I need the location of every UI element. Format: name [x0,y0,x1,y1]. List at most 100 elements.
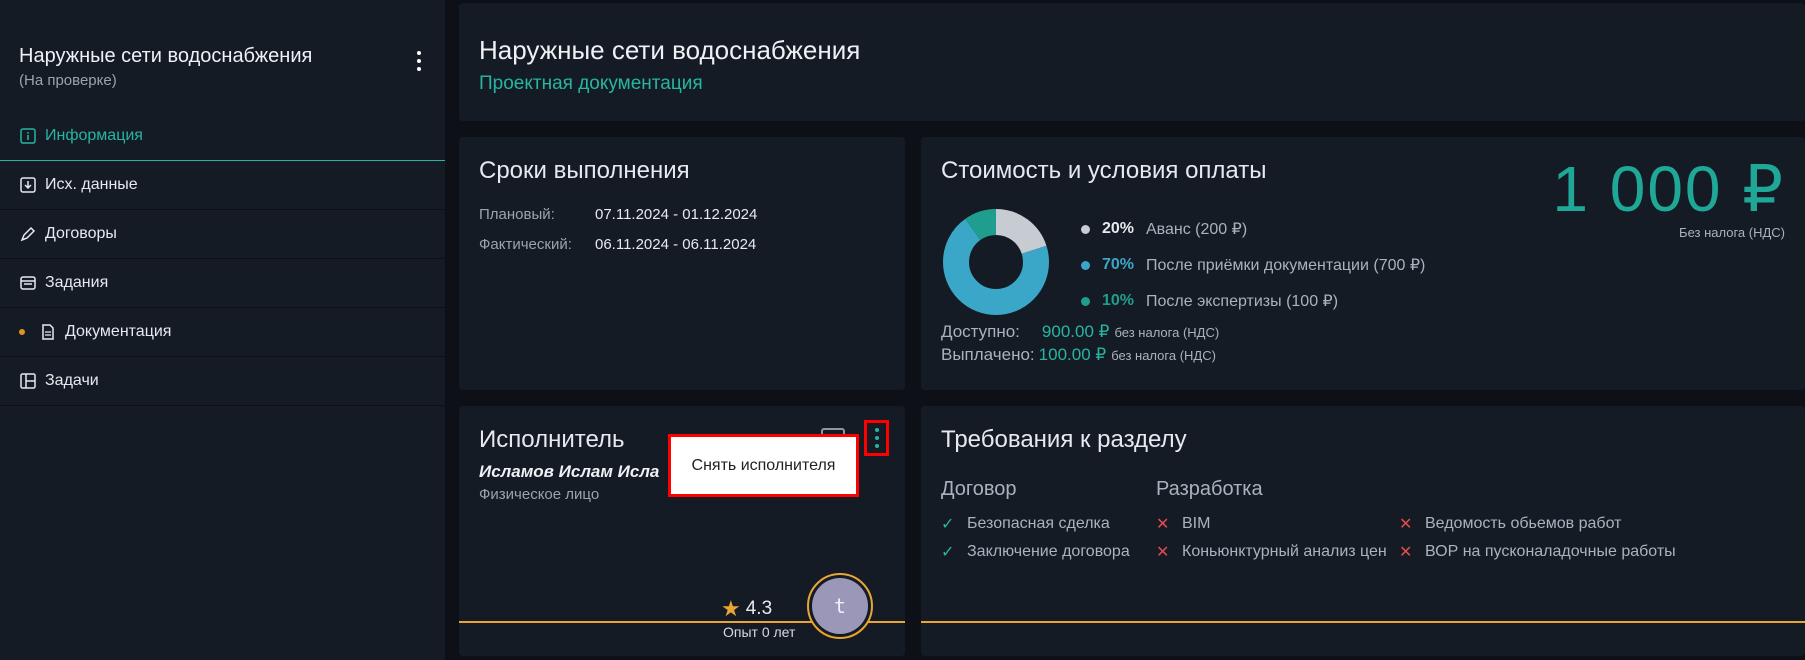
performer-experience: Опыт 0 лет [723,624,796,640]
cross-icon: ✕ [1399,516,1413,533]
requirements-col-contract: Договор ✓ Безопасная сделка ✓ Заключение д… [941,478,1130,566]
info-icon [19,128,36,145]
legend-item-expertise: 10% После экспертизы (100 ₽) [1081,283,1425,319]
board-icon [19,373,36,390]
requirement-item: ✓ Заключение договора [941,538,1130,566]
section-title: Наружные сети водоснабжения [479,35,861,65]
notification-dot [19,329,25,335]
sidebar-item-contracts[interactable]: Договоры [0,210,445,259]
legend-item-acceptance: 70% После приёмки документации (700 ₽) [1081,247,1425,283]
available-row: Доступно: 900.00 ₽ без налога (НДС) [941,322,1219,345]
actual-value: 06.11.2024 - 06.11.2024 [595,236,757,253]
payment-legend: 20% Аванс (200 ₽) 70% После приёмки доку… [1081,211,1425,319]
cost-title: Стоимость и условия оплаты [941,157,1267,184]
sidebar-item-tasks[interactable]: Задачи [0,357,445,406]
actual-row: Фактический: 06.11.2024 - 06.11.2024 [479,236,756,253]
available-note: без налога (НДС) [1114,325,1220,340]
requirements-col-extra: ✕ Ведомость обьемов работ ✕ ВОР на пускона… [1399,478,1676,566]
performer-type: Физическое лицо [479,486,600,503]
requirements-col-heading: Договор [941,478,1017,500]
legend-bullet [1081,260,1090,270]
requirement-label: BIM [1182,515,1211,532]
total-price-note: Без налога (НДС) [1679,225,1785,240]
requirement-label: Ведомость обьемов работ [1425,515,1622,532]
section-type-link[interactable]: Проектная документация [479,73,703,95]
paid-row: Выплачено: 100.00 ₽ без налога (НДС) [941,345,1219,368]
sidebar-item-tasks-assign[interactable]: Задания [0,259,445,308]
cross-icon: ✕ [1156,544,1170,561]
requirements-col-heading: Разработка [1156,478,1263,500]
actual-label: Фактический: [479,236,572,253]
sidebar-item-documentation[interactable]: Документация [0,308,445,357]
sidebar-item-label: Исх. данные [45,176,138,193]
performer-title: Исполнитель [479,426,625,453]
sidebar-item-info[interactable]: Информация [0,112,445,161]
avatar[interactable]: t [807,573,873,639]
window-icon [19,275,36,292]
project-status: (На проверке) [19,72,117,89]
legend-label: После приёмки документации (700 ₽) [1146,257,1426,274]
deadlines-card: Сроки выполнения Плановый: 07.11.2024 - … [459,137,905,390]
legend-bullet [1081,296,1090,306]
performer-name[interactable]: Исламов Ислам Исла [479,462,659,482]
requirement-item: ✕ ВОР на пусконаладочные работы [1399,538,1676,566]
available-label: Доступно: [941,322,1020,341]
pen-icon [19,226,36,243]
legend-bullet [1081,224,1090,234]
requirements-title: Требования к разделу [941,426,1187,453]
payment-amounts: Доступно: 900.00 ₽ без налога (НДС) Выпл… [941,322,1219,368]
project-title: Наружные сети водоснабжения [19,45,313,67]
requirement-item: ✕ Ведомость обьемов работ [1399,510,1676,538]
cost-card: Стоимость и условия оплаты 20% Аванс (20… [921,137,1805,390]
remove-performer-menu-item[interactable]: Снять исполнителя [668,434,859,497]
cross-icon: ✕ [1399,544,1413,561]
sidebar-item-source-data[interactable]: Исх. данные [0,161,445,210]
requirements-col-development: Разработка ✕ BIM ✕ Коньюнктурный анализ це… [1156,478,1387,566]
requirement-item: ✕ BIM [1156,510,1387,538]
legend-label: Аванс (200 ₽) [1146,221,1248,238]
requirements-col-heading [1399,478,1676,502]
total-price: 1 000 ₽ Без налога (НДС) [1552,157,1785,240]
requirement-label: ВОР на пусконаладочные работы [1425,543,1676,560]
paid-value: 100.00 ₽ [1038,345,1107,364]
sidebar-item-label: Задачи [45,372,99,389]
requirement-label: Заключение договора [967,543,1130,560]
legend-pct: 20% [1102,220,1135,237]
requirement-label: Коньюнктурный анализ цен [1182,543,1387,560]
sidebar-item-label: Договоры [45,225,117,242]
planned-value: 07.11.2024 - 01.12.2024 [595,206,758,223]
sidebar-nav: Информация Исх. данные Договоры Задания [0,112,445,406]
total-price-value: 1 000 ₽ [1552,153,1785,225]
requirements-divider [921,621,1805,623]
sidebar-header: Наружные сети водоснабжения (На проверке… [19,45,429,89]
planned-row: Плановый: 07.11.2024 - 01.12.2024 [479,206,757,223]
sidebar-item-label: Задания [45,274,109,291]
document-icon [39,324,56,341]
paid-label: Выплачено: [941,345,1035,364]
avatar-letter: t [812,578,868,634]
download-icon [19,177,36,194]
sidebar-item-label: Информация [45,127,143,144]
check-icon: ✓ [941,544,955,561]
requirements-card: Требования к разделу Договор ✓ Безопасная… [921,406,1805,656]
section-header-card: Наружные сети водоснабжения Проектная до… [459,3,1805,121]
payment-donut-chart [943,209,1049,315]
requirement-item: ✓ Безопасная сделка [941,510,1130,538]
rating-value: 4.3 [745,598,773,619]
requirement-label: Безопасная сделка [967,515,1110,532]
requirement-item: ✕ Коньюнктурный анализ цен [1156,538,1387,566]
legend-item-advance: 20% Аванс (200 ₽) [1081,211,1425,247]
paid-note: без налога (НДС) [1111,348,1216,363]
check-icon: ✓ [941,516,955,533]
planned-label: Плановый: [479,206,555,223]
available-value: 900.00 ₽ [1041,322,1110,341]
performer-menu-icon[interactable] [864,420,889,456]
legend-label: После экспертизы (100 ₽) [1146,293,1339,310]
sidebar-item-label: Документация [65,323,172,340]
deadlines-title: Сроки выполнения [479,157,690,184]
legend-pct: 10% [1102,292,1135,309]
cross-icon: ✕ [1156,516,1170,533]
performer-rating: ★ 4.3 [721,596,772,622]
legend-pct: 70% [1102,256,1135,273]
project-menu-icon[interactable] [409,49,429,73]
